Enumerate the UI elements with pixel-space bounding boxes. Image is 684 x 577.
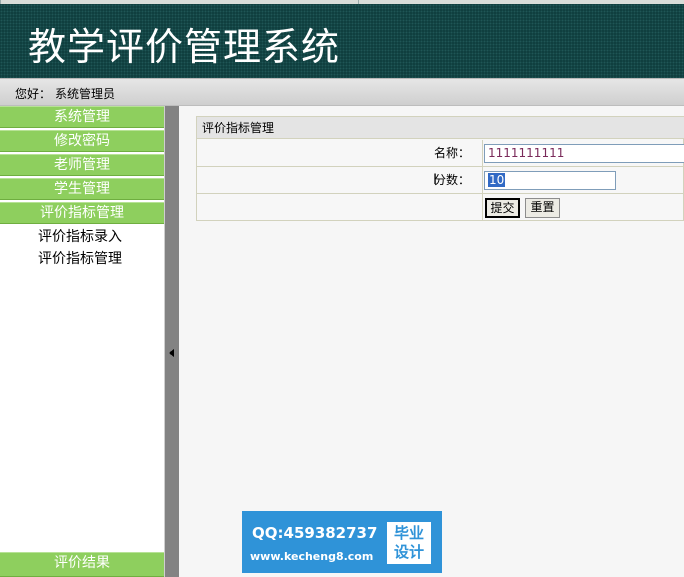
score-value-selected: 10 [488,173,506,187]
text-cursor-icon: I [433,172,438,188]
main-content: 评价指标管理 名称： 1111111111 分数： I 10 提交 重置 [179,106,684,577]
user-bar: 您好： 系统管理员 [0,78,684,106]
indicator-form-panel: 评价指标管理 名称： 1111111111 分数： I 10 提交 重置 [196,116,684,221]
score-row: 分数： I 10 [197,167,684,194]
score-label: 分数： [197,167,483,193]
sidebar: 系统管理 修改密码 老师管理 学生管理 评价指标管理 评价指标录入 评价指标管理… [0,106,164,577]
watermark-badge-line1: 毕业 [393,524,424,542]
submit-button[interactable]: 提交 [485,198,520,218]
submenu-indicator-manage[interactable]: 评价指标管理 [0,248,160,270]
reset-button[interactable]: 重置 [525,198,560,218]
menu-change-password[interactable]: 修改密码 [0,130,164,152]
watermark: QQ:459382737 www.kecheng8.com 毕业 设计 [242,511,442,573]
submenu-indicator-entry[interactable]: 评价指标录入 [0,226,160,248]
watermark-badge: 毕业 设计 [387,522,431,564]
menu-teacher-management[interactable]: 老师管理 [0,154,164,176]
watermark-badge-line2: 设计 [393,543,424,561]
header-banner: 教学评价管理系统 [0,4,684,78]
menu-evaluation-results[interactable]: 评价结果 [0,552,164,577]
name-input[interactable]: 1111111111 [484,144,684,163]
name-row: 名称： 1111111111 [197,140,684,167]
form-title: 评价指标管理 [197,117,684,139]
app-title: 教学评价管理系统 [28,25,341,69]
actions-row: 提交 重置 [197,194,684,221]
menu-student-management[interactable]: 学生管理 [0,178,164,200]
name-label: 名称： [197,140,483,166]
collapse-arrow-icon[interactable] [169,349,174,357]
score-input[interactable]: 10 [484,171,616,190]
user-role: 系统管理员 [55,87,116,101]
watermark-url: www.kecheng8.com [250,550,374,563]
greeting-label: 您好： [15,87,52,101]
watermark-qq: QQ:459382737 [252,524,378,542]
actions-spacer [197,194,483,220]
menu-indicator-management[interactable]: 评价指标管理 [0,202,164,224]
menu-system-management[interactable]: 系统管理 [0,106,164,128]
sidebar-splitter[interactable] [164,106,179,577]
